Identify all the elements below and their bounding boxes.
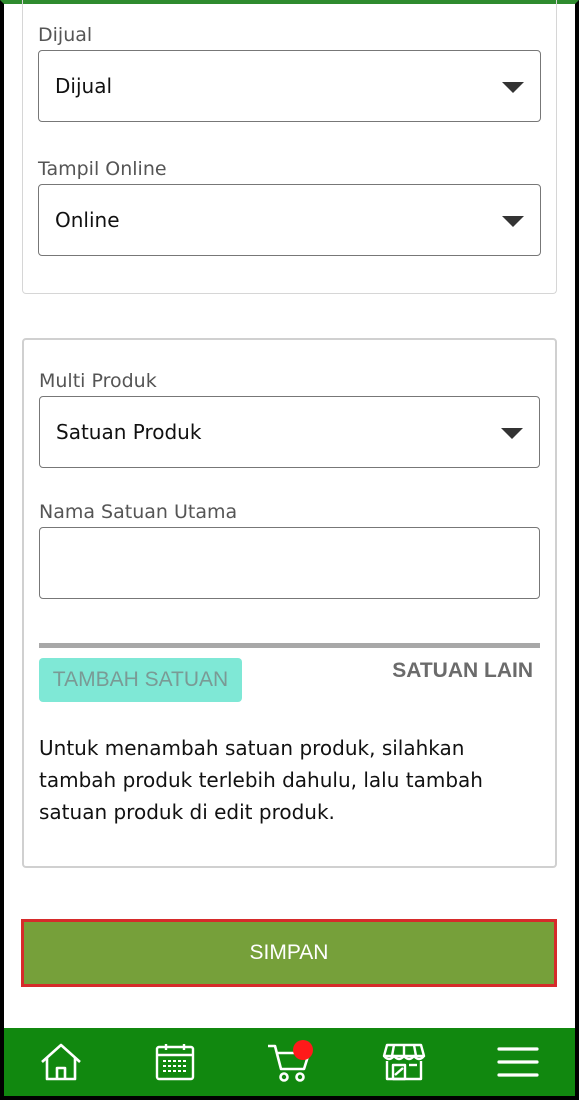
chevron-down-icon: [502, 82, 524, 93]
nav-calendar[interactable]: [145, 1034, 205, 1090]
unit-name-label: Nama Satuan Utama: [39, 501, 238, 523]
calendar-icon: [156, 1044, 195, 1081]
status-select[interactable]: Dijual: [38, 50, 541, 122]
chevron-down-icon: [502, 216, 524, 227]
multi-select-value: Satuan Produk: [56, 420, 202, 444]
unit-name-input[interactable]: [39, 527, 540, 599]
tab-other-units[interactable]: SATUAN LAIN: [392, 659, 533, 683]
units-info-text: Untuk menambah satuan produk, silahkan t…: [39, 736, 483, 824]
menu-icon: [497, 1047, 539, 1077]
store-icon: [382, 1043, 425, 1081]
status-label: Dijual: [38, 24, 93, 46]
online-select[interactable]: Online: [38, 184, 541, 256]
status-select-value: Dijual: [55, 74, 113, 98]
nav-cart[interactable]: [259, 1034, 319, 1090]
online-label: Tampil Online: [38, 158, 167, 180]
online-select-value: Online: [55, 208, 120, 232]
nav-menu[interactable]: [488, 1034, 548, 1090]
multi-label: Multi Produk: [39, 370, 157, 392]
add-unit-button[interactable]: TAMBAH SATUAN: [39, 658, 242, 702]
nav-home[interactable]: [31, 1034, 91, 1090]
multi-product-select[interactable]: Satuan Produk: [39, 396, 540, 468]
nav-store[interactable]: [374, 1034, 434, 1090]
bottom-nav: [4, 1028, 575, 1096]
chevron-down-icon: [501, 428, 523, 439]
tab-divider: [39, 643, 540, 648]
home-icon: [41, 1043, 81, 1081]
save-button[interactable]: SIMPAN: [21, 919, 557, 987]
